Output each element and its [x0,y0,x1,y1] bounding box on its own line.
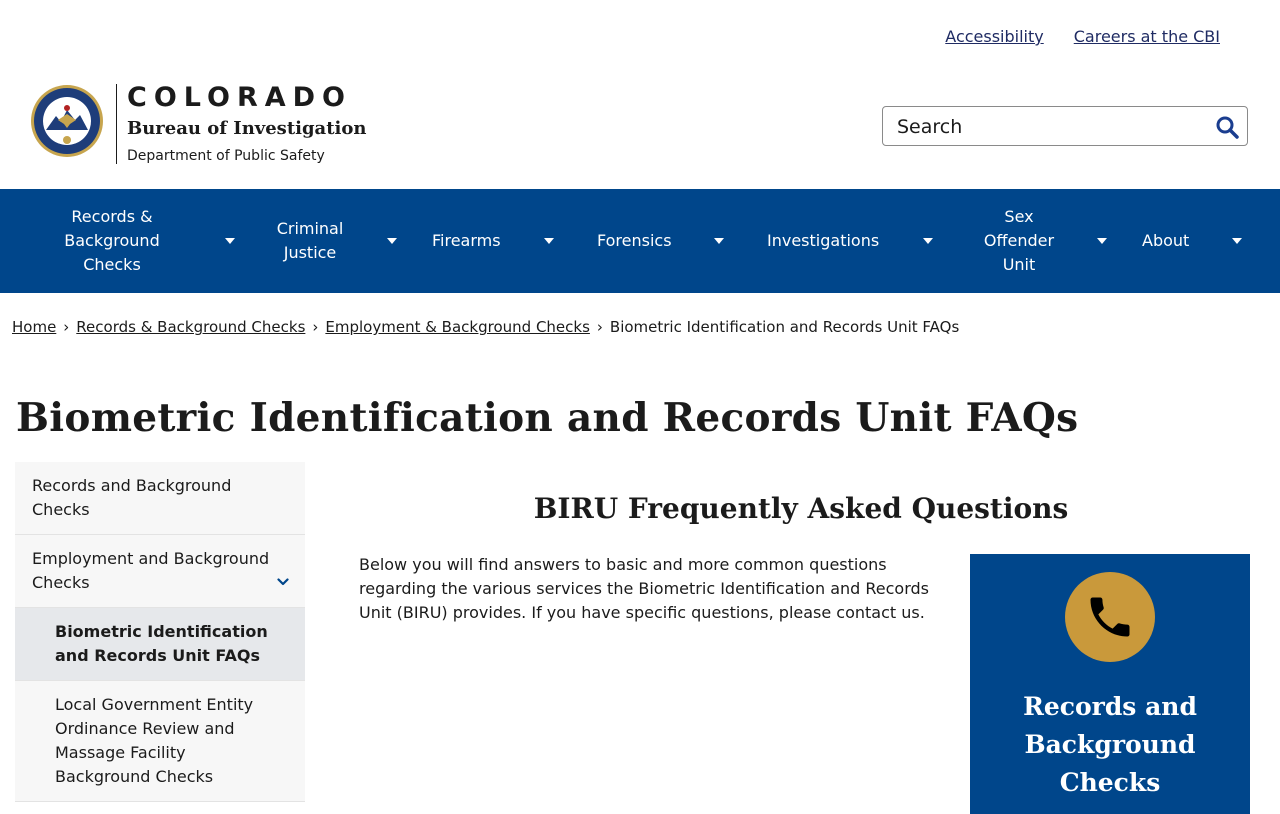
careers-link[interactable]: Careers at the CBI [1074,27,1220,46]
breadcrumb-separator: › [596,318,603,336]
search-box [882,106,1248,146]
caret-down-icon [387,238,397,244]
side-nav-label: Local Government Entity Ordinance Review… [55,695,254,786]
caret-down-icon [923,238,933,244]
nav-label: Records & Background Checks [64,207,160,274]
breadcrumb-separator: › [63,318,70,336]
caret-down-icon [544,238,554,244]
nav-item-firearms[interactable]: Firearms [432,189,562,293]
nav-label: Sex Offender Unit [983,207,1055,274]
side-nav-item-records[interactable]: Records and Background Checks [15,462,305,535]
faq-heading: BIRU Frequently Asked Questions [533,492,1069,525]
site-logo[interactable]: COLORADO Bureau of Investigation Departm… [30,84,366,164]
side-nav-item-employment[interactable]: Employment and Background Checks [15,535,305,608]
side-nav-item-local-government[interactable]: Local Government Entity Ordinance Review… [15,681,305,802]
nav-label: Firearms [432,231,501,250]
chevron-down-icon[interactable] [277,578,289,586]
page-title: Biometric Identification and Records Uni… [16,395,1079,441]
caret-down-icon [1097,238,1107,244]
breadcrumb-separator: › [312,318,319,336]
side-nav-label: Biometric Identification and Records Uni… [55,622,268,665]
nav-item-records[interactable]: Records & Background Checks [48,189,248,293]
nav-item-sex-offender-unit[interactable]: Sex Offender Unit [976,189,1116,293]
phone-icon [1090,597,1130,637]
caret-down-icon [225,238,235,244]
breadcrumb-employment[interactable]: Employment & Background Checks [325,318,590,336]
logo-state: COLORADO [127,82,353,113]
logo-divider [116,84,117,164]
breadcrumb-current: Biometric Identification and Records Uni… [609,318,960,336]
search-icon[interactable] [1215,115,1239,139]
breadcrumb: Home › Records & Background Checks › Emp… [12,318,959,336]
side-nav: Records and Background Checks Employment… [15,462,305,802]
caret-down-icon [1232,238,1242,244]
search-input[interactable] [895,115,1199,139]
caret-down-icon [714,238,724,244]
utility-links: Accessibility Careers at the CBI [945,27,1220,46]
logo-text: COLORADO Bureau of Investigation Departm… [127,82,367,165]
nav-item-investigations[interactable]: Investigations [767,189,937,293]
logo-department: Department of Public Safety [127,148,325,164]
side-nav-item-biru-faqs[interactable]: Biometric Identification and Records Uni… [15,608,305,681]
nav-label: Criminal Justice [276,219,344,262]
main-nav: Records & Background Checks Criminal Jus… [0,189,1280,293]
cbi-seal-icon [31,85,103,157]
nav-label: About [1142,231,1190,250]
accessibility-link[interactable]: Accessibility [945,27,1043,46]
phone-icon-circle [1065,572,1155,662]
nav-item-about[interactable]: About [1142,189,1252,293]
side-nav-label: Records and Background Checks [32,476,232,519]
card-title: Records and Background Checks [1023,692,1197,797]
nav-label: Investigations [767,231,880,250]
breadcrumb-home[interactable]: Home [12,318,56,336]
side-nav-label: Employment and Background Checks [32,549,270,592]
nav-item-forensics[interactable]: Forensics [597,189,732,293]
records-card[interactable]: Records and Background Checks [970,554,1250,814]
breadcrumb-records[interactable]: Records & Background Checks [76,318,305,336]
intro-paragraph: Below you will find answers to basic and… [359,555,929,622]
nav-label: Forensics [597,231,672,250]
nav-item-criminal-justice[interactable]: Criminal Justice [266,189,406,293]
logo-bureau: Bureau of Investigation [127,118,367,139]
